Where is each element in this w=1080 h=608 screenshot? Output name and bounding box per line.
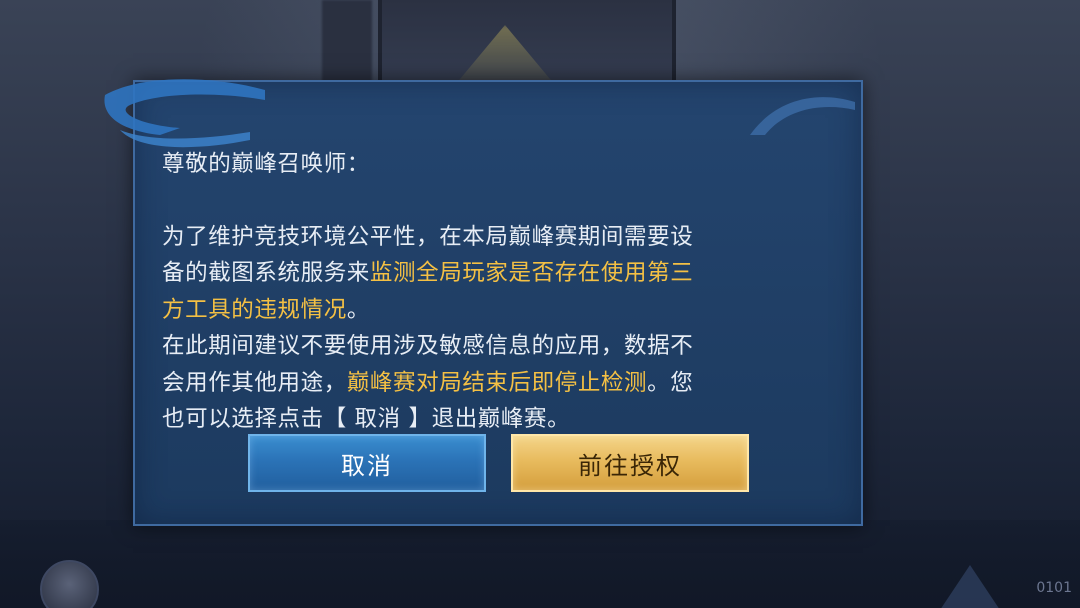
authorize-button[interactable]: 前往授权: [511, 434, 749, 492]
message-text: 在此期间建议不要使用涉及敏感信息的应用，数据不: [162, 333, 694, 359]
highlight-text: 巅峰赛对局结束后即停止检测: [346, 369, 648, 396]
dialog-corner-decoration: [750, 97, 855, 135]
background-bottom-bar: [0, 520, 1080, 608]
cancel-button-label: 取消: [341, 451, 393, 480]
background-corner-text: 0101: [1036, 580, 1072, 596]
highlight-text: 方工具的违规情况: [162, 296, 347, 323]
cancel-button[interactable]: 取消: [248, 434, 486, 492]
background-pillar: [322, 0, 372, 90]
paragraph-privacy: 在此期间建议不要使用涉及敏感信息的应用，数据不 会用作其他用途，巅峰赛对局结束后…: [162, 328, 852, 438]
dialog-greeting: 尊敬的巅峰召唤师：: [162, 151, 370, 177]
authorize-button-label: 前往授权: [578, 451, 682, 480]
message-text: 。您: [647, 369, 694, 396]
game-screen: 0101 尊敬的巅峰召唤师： 为了维护竞技环境公平性，在本局巅峰赛期间需要设 备…: [0, 0, 1080, 608]
message-text: 会用作其他用途，: [162, 369, 347, 396]
message-text: 也可以选择点击【 取消 】退出巅峰赛。: [162, 406, 571, 432]
message-text: 备的截图系统服务来: [162, 260, 370, 286]
dialog-message: 尊敬的巅峰召唤师： 为了维护竞技环境公平性，在本局巅峰赛期间需要设 备的截图系统…: [162, 146, 852, 438]
message-text: 。: [346, 296, 370, 323]
highlight-text: 监测全局玩家是否存在使用第三: [369, 260, 694, 286]
message-text: 为了维护竞技环境公平性，在本局巅峰赛期间需要设: [162, 223, 694, 250]
paragraph-fairness: 为了维护竞技环境公平性，在本局巅峰赛期间需要设 备的截图系统服务来监测全局玩家是…: [162, 219, 852, 329]
